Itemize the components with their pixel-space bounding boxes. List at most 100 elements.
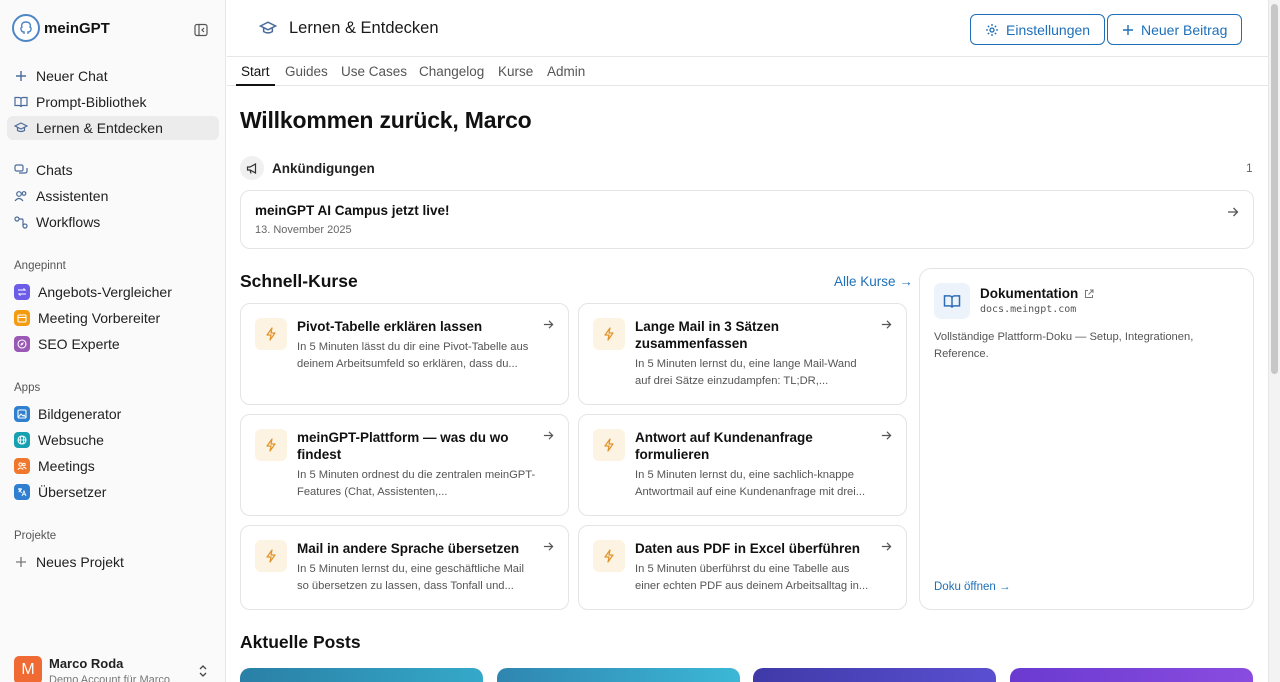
workflow-icon — [14, 215, 28, 229]
pinned-item-offer-comparator[interactable]: Angebots-Vergleicher — [14, 281, 172, 303]
plus-icon — [1122, 24, 1134, 36]
tab-guides[interactable]: Guides — [285, 64, 328, 79]
plus-icon — [14, 555, 28, 569]
course-card[interactable]: Antwort auf Kundenanfrage formulieren In… — [578, 414, 907, 516]
tab-kurse[interactable]: Kurse — [498, 64, 533, 79]
documentation-url: docs.meingpt.com — [980, 304, 1077, 315]
sidebar-item-label: Assistenten — [36, 188, 109, 204]
sidebar-item-prompt-library[interactable]: Prompt-Bibliothek — [7, 90, 219, 114]
sidebar-item-learn[interactable]: Lernen & Entdecken — [7, 116, 219, 140]
pinned-item-seo-expert[interactable]: SEO Experte — [14, 333, 120, 355]
tab-bar: Start Guides Use Cases Changelog Kurse A… — [227, 57, 1268, 86]
calendar-icon — [14, 310, 30, 326]
new-post-button[interactable]: Neuer Beitrag — [1107, 14, 1243, 45]
new-project-label: Neues Projekt — [36, 554, 124, 570]
course-description: In 5 Minuten lässt du dir eine Pivot-Tab… — [297, 341, 529, 370]
tab-admin[interactable]: Admin — [547, 64, 585, 79]
course-title: Mail in andere Sprache übersetzen — [297, 541, 520, 556]
sidebar-item-label: Neuer Chat — [36, 68, 108, 84]
open-docs-link[interactable]: Doku öffnen → — [934, 581, 1011, 593]
logo[interactable]: meinGPT — [12, 14, 110, 42]
app-item-label: Websuche — [38, 432, 104, 448]
announcement-card[interactable]: meinGPT AI Campus jetzt live! 13. Novemb… — [240, 190, 1254, 249]
lightning-icon — [593, 540, 625, 572]
sidebar-item-label: Prompt-Bibliothek — [36, 94, 147, 110]
settings-button[interactable]: Einstellungen — [970, 14, 1106, 45]
course-description: In 5 Minuten lernst du, eine sachlich-kn… — [635, 469, 866, 498]
course-description: In 5 Minuten lernst du, eine lange Mail-… — [635, 358, 857, 387]
pinned-item-label: SEO Experte — [38, 336, 120, 352]
sidebar: meinGPT Neuer Chat Prompt-Bibliothek Ler… — [0, 0, 226, 682]
compass-icon — [14, 336, 30, 352]
globe-icon — [14, 432, 30, 448]
announcement-title: meinGPT AI Campus jetzt live! — [255, 203, 450, 218]
course-description: In 5 Minuten ordnest du die zentralen me… — [297, 469, 536, 498]
post-card[interactable] — [497, 668, 740, 682]
projects-section-label: Projekte — [14, 530, 57, 542]
chats-icon — [14, 163, 28, 177]
documentation-card[interactable]: Dokumentation docs.meingpt.com Vollständ… — [919, 268, 1254, 610]
gear-icon — [985, 23, 999, 37]
app-item-label: Übersetzer — [38, 484, 107, 500]
arrow-right-icon — [1227, 206, 1239, 218]
external-link-icon — [1084, 289, 1094, 299]
course-title: Antwort auf Kundenanfrage formulieren — [635, 430, 813, 462]
sidebar-collapse-icon[interactable] — [192, 21, 210, 39]
all-courses-link[interactable]: Alle Kurse → — [834, 274, 913, 289]
translate-icon — [14, 484, 30, 500]
tab-use-cases[interactable]: Use Cases — [341, 64, 407, 79]
course-card[interactable]: Pivot-Tabelle erklären lassen In 5 Minut… — [240, 303, 569, 405]
app-item-meetings[interactable]: Meetings — [14, 455, 95, 477]
course-card[interactable]: Daten aus PDF in Excel überführen In 5 M… — [578, 525, 907, 610]
chevron-up-down-icon[interactable] — [198, 664, 208, 678]
open-book-icon — [934, 283, 970, 319]
settings-button-label: Einstellungen — [1006, 21, 1091, 38]
user-menu[interactable]: M Marco Roda Demo Account für Marco — [14, 656, 170, 682]
tab-changelog[interactable]: Changelog — [419, 64, 484, 79]
sidebar-item-new-chat[interactable]: Neuer Chat — [7, 64, 219, 88]
user-subtitle: Demo Account für Marco — [49, 674, 171, 682]
scrollbar-thumb[interactable] — [1271, 4, 1278, 374]
documentation-description: Vollständige Plattform-Doku — Setup, Int… — [934, 331, 1194, 360]
course-title: Pivot-Tabelle erklären lassen — [297, 319, 483, 334]
app-item-translator[interactable]: Übersetzer — [14, 481, 106, 503]
user-name: Marco Roda — [49, 656, 124, 671]
users-icon — [14, 189, 28, 203]
graduation-cap-icon — [259, 21, 277, 36]
arrow-right-icon — [881, 541, 892, 552]
course-title: Daten aus PDF in Excel überführen — [635, 541, 861, 556]
app-item-web-search[interactable]: Websuche — [14, 429, 104, 451]
sidebar-item-chats[interactable]: Chats — [7, 158, 219, 182]
page-title: Lernen & Entdecken — [289, 19, 439, 37]
recent-posts-title: Aktuelle Posts — [240, 632, 361, 652]
new-post-button-label: Neuer Beitrag — [1141, 21, 1228, 38]
compare-arrows-icon — [14, 284, 30, 300]
new-project-button[interactable]: Neues Projekt — [7, 550, 219, 574]
brain-logo-icon — [12, 14, 40, 42]
pinned-item-label: Meeting Vorbereiter — [38, 310, 161, 326]
scrollbar[interactable] — [1268, 0, 1280, 682]
course-card[interactable]: Mail in andere Sprache übersetzen In 5 M… — [240, 525, 569, 610]
course-title: Lange Mail in 3 Sätzen zusammenfassen — [635, 319, 780, 351]
announcements-title: Ankündigungen — [272, 161, 375, 176]
lightning-icon — [593, 318, 625, 350]
post-card[interactable] — [753, 668, 996, 682]
post-card[interactable] — [1010, 668, 1253, 682]
documentation-title-row: Dokumentation — [980, 286, 1094, 301]
pinned-item-label: Angebots-Vergleicher — [38, 284, 172, 300]
announcements-count: 1 — [1246, 161, 1253, 175]
course-description: In 5 Minuten lernst du, eine geschäftlic… — [297, 563, 524, 592]
app-item-image-generator[interactable]: Bildgenerator — [14, 403, 121, 425]
course-card[interactable]: meinGPT-Plattform — was du wo findest In… — [240, 414, 569, 516]
sidebar-item-assistants[interactable]: Assistenten — [7, 184, 219, 208]
graduation-cap-icon — [14, 121, 28, 135]
post-card[interactable] — [240, 668, 483, 682]
sidebar-item-workflows[interactable]: Workflows — [7, 210, 219, 234]
megaphone-icon — [240, 156, 264, 180]
pinned-item-meeting-prep[interactable]: Meeting Vorbereiter — [14, 307, 160, 329]
course-description: In 5 Minuten überführst du eine Tabelle … — [635, 563, 869, 592]
apps-section-label: Apps — [14, 382, 41, 394]
active-tab-indicator — [236, 84, 275, 86]
tab-start[interactable]: Start — [241, 64, 270, 79]
course-card[interactable]: Lange Mail in 3 Sätzen zusammenfassen In… — [578, 303, 907, 405]
